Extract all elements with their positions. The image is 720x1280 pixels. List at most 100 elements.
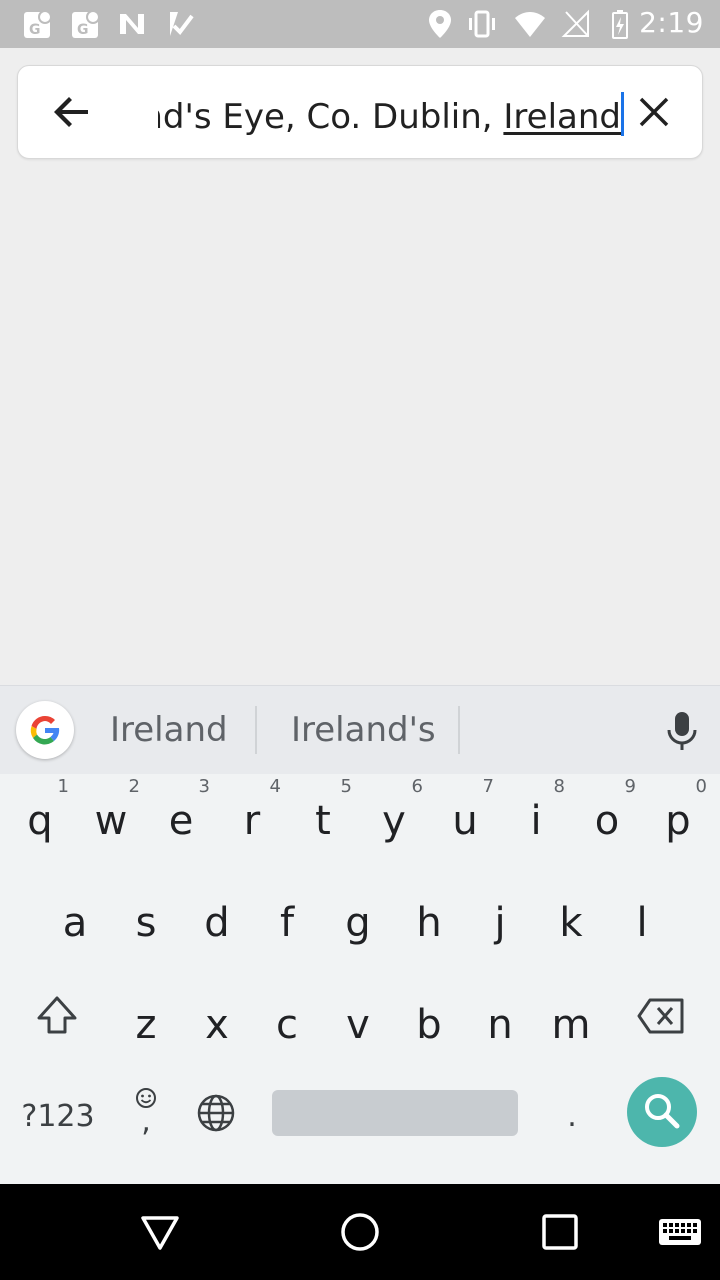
key-v[interactable]: v: [323, 978, 393, 1074]
key-area: 1q 2w 3e 4r 5t 6y 7u 8i 9o 0p a s d f g …: [0, 774, 720, 1186]
no-sim-icon: [561, 9, 589, 37]
emoji-comma-key[interactable]: ,: [126, 1084, 166, 1144]
svg-text:G: G: [77, 22, 89, 38]
arrow-back-icon: [54, 97, 88, 127]
key-f[interactable]: f: [252, 876, 322, 972]
wifi-icon: [515, 12, 545, 37]
key-g[interactable]: g: [323, 876, 393, 972]
text-cursor: [621, 92, 624, 136]
maps-notification-icon: G: [72, 10, 100, 38]
shift-key[interactable]: [33, 992, 81, 1040]
comma-label: ,: [141, 1104, 151, 1139]
key-l[interactable]: l: [607, 876, 677, 972]
key-label: k: [559, 900, 583, 946]
key-o[interactable]: 9o: [572, 774, 642, 870]
symbols-key[interactable]: ?123: [16, 1092, 100, 1142]
key-n[interactable]: n: [465, 978, 535, 1074]
key-label: b: [416, 1002, 442, 1048]
search-bar: ınd's Eye, Co. Dublin, Ireland: [17, 65, 703, 159]
nav-home-button[interactable]: [336, 1208, 384, 1256]
google-logo-button[interactable]: [16, 701, 74, 759]
key-hint: 8: [553, 776, 565, 797]
key-label: v: [346, 1002, 370, 1048]
microphone-icon: [667, 712, 697, 750]
key-q[interactable]: 1q: [5, 774, 75, 870]
key-r[interactable]: 4r: [217, 774, 287, 870]
nav-back-button[interactable]: [136, 1208, 184, 1256]
key-h[interactable]: h: [394, 876, 464, 972]
status-bar: G G 2:19: [0, 0, 720, 48]
search-input[interactable]: ınd's Eye, Co. Dublin, Ireland: [158, 86, 628, 140]
key-d[interactable]: d: [182, 876, 252, 972]
nav-recents-button[interactable]: [536, 1208, 584, 1256]
key-y[interactable]: 6y: [359, 774, 429, 870]
google-g-icon: [30, 715, 60, 745]
shift-icon: [37, 996, 77, 1034]
key-label: w: [94, 798, 128, 844]
keyboard-switch-button[interactable]: [656, 1208, 704, 1256]
key-label: x: [205, 1002, 229, 1048]
period-key[interactable]: .: [552, 1092, 592, 1142]
key-m[interactable]: m: [536, 978, 606, 1074]
key-label: j: [494, 900, 506, 946]
key-e[interactable]: 3e: [146, 774, 216, 870]
key-p[interactable]: 0p: [643, 774, 713, 870]
key-hint: 2: [128, 776, 140, 797]
maps-notification-icon: G: [24, 10, 52, 38]
language-key[interactable]: [196, 1093, 236, 1133]
key-hint: 0: [695, 776, 707, 797]
keyboard: Ireland Ireland's 1q 2w 3e 4r 5t 6y 7u 8…: [0, 685, 720, 1186]
key-label: z: [135, 1002, 157, 1048]
key-hint: 7: [482, 776, 494, 797]
key-u[interactable]: 7u: [430, 774, 500, 870]
suggestion-strip: Ireland Ireland's: [0, 686, 720, 774]
circle-home-icon: [341, 1213, 379, 1251]
globe-icon: [197, 1094, 235, 1132]
back-button[interactable]: [48, 88, 96, 136]
suggestion-divider: [255, 706, 257, 754]
backspace-key[interactable]: [636, 992, 686, 1040]
key-hint: 6: [411, 776, 423, 797]
key-label: s: [135, 900, 157, 946]
key-hint: 1: [57, 776, 69, 797]
key-i[interactable]: 8i: [501, 774, 571, 870]
search-action-key[interactable]: [627, 1077, 697, 1147]
key-hint: 9: [624, 776, 636, 797]
key-k[interactable]: k: [536, 876, 606, 972]
key-z[interactable]: z: [111, 978, 181, 1074]
square-recents-icon: [542, 1214, 578, 1250]
key-t[interactable]: 5t: [288, 774, 358, 870]
suggestion-1[interactable]: Ireland: [110, 710, 228, 750]
suggestion-divider: [458, 706, 460, 754]
key-c[interactable]: c: [252, 978, 322, 1074]
suggestion-2[interactable]: Ireland's: [291, 710, 436, 750]
status-time: 2:19: [639, 6, 704, 39]
key-label: g: [345, 900, 371, 946]
check-notification-icon: [170, 12, 194, 36]
key-hint: 5: [340, 776, 352, 797]
voice-input-button[interactable]: [658, 706, 706, 754]
close-icon: [639, 97, 669, 127]
key-b[interactable]: b: [394, 978, 464, 1074]
key-label: h: [416, 900, 442, 946]
key-label: e: [168, 798, 194, 844]
key-j[interactable]: j: [465, 876, 535, 972]
key-a[interactable]: a: [40, 876, 110, 972]
query-composing-word: Ireland: [503, 97, 621, 137]
key-label: t: [315, 798, 331, 844]
key-label: m: [551, 1002, 591, 1048]
svg-text:G: G: [29, 22, 41, 38]
key-w[interactable]: 2w: [76, 774, 146, 870]
key-label: q: [27, 798, 53, 844]
navigation-bar: [0, 1184, 720, 1280]
key-label: f: [279, 900, 295, 946]
key-x[interactable]: x: [182, 978, 252, 1074]
battery-charging-icon: [612, 10, 628, 39]
clear-button[interactable]: [630, 88, 678, 136]
key-hint: 4: [269, 776, 281, 797]
key-label: o: [594, 798, 620, 844]
space-key[interactable]: [272, 1090, 518, 1136]
key-hint: 3: [198, 776, 210, 797]
query-prefix: ınd's Eye, Co. Dublin,: [158, 97, 504, 137]
key-s[interactable]: s: [111, 876, 181, 972]
